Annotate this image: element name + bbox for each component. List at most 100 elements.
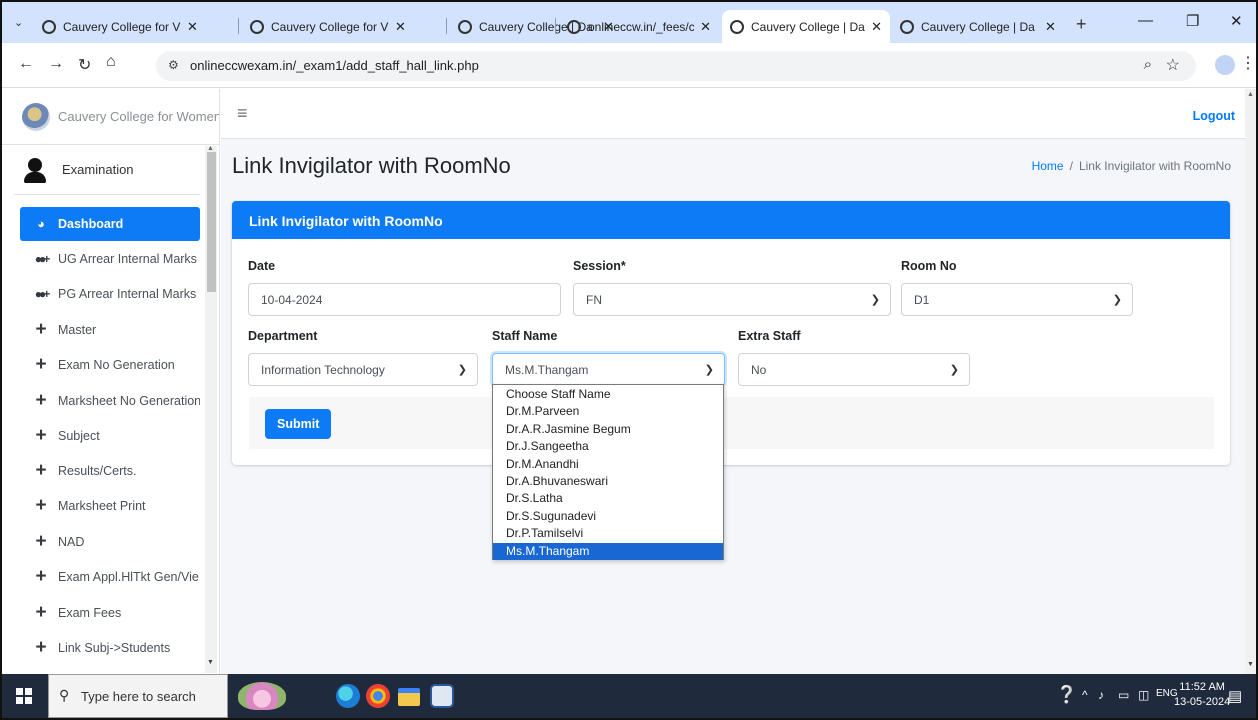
staff-option[interactable]: Dr.S.Latha: [493, 490, 723, 507]
close-tab-icon[interactable]: ✕: [700, 19, 711, 35]
submit-button[interactable]: Submit: [265, 409, 332, 439]
staff-option[interactable]: Dr.J.Sangeetha: [493, 438, 723, 455]
sidebar-item-master[interactable]: + Master: [20, 313, 200, 347]
omnibox[interactable]: ⚙ onlineccwexam.in/_exam1/add_staff_hall…: [156, 51, 1196, 81]
chevron-down-icon: ❯: [457, 364, 467, 376]
users-plus-icon: ●●+: [34, 287, 51, 301]
sidebar-scroll-thumb[interactable]: [207, 152, 216, 292]
sidebar-item-exam-no-generation[interactable]: + Exam No Generation: [20, 348, 200, 382]
hamburger-menu-icon[interactable]: ≡: [237, 103, 248, 124]
plus-icon: +: [35, 531, 47, 552]
url-text[interactable]: onlineccwexam.in/_exam1/add_staff_hall_l…: [190, 58, 479, 73]
sidebar-item-results-certs[interactable]: + Results/Certs.: [20, 454, 200, 488]
taskbar-search-box[interactable]: ⚲ Type here to search: [48, 674, 228, 718]
close-tab-icon[interactable]: ✕: [871, 19, 882, 35]
close-tab-icon[interactable]: ✕: [187, 19, 198, 35]
volume-icon[interactable]: ♪: [1098, 688, 1104, 702]
sidebar-item-subject[interactable]: + Subject: [20, 419, 200, 453]
staff-name-value: Ms.M.Thangam: [505, 363, 589, 377]
scroll-down-arrow-icon[interactable]: ▼: [1247, 661, 1254, 668]
sidebar-item-marksheet-print[interactable]: + Marksheet Print: [20, 489, 200, 523]
browser-menu-icon[interactable]: ⋮: [1240, 53, 1256, 73]
logout-link[interactable]: Logout: [1193, 109, 1235, 123]
sidebar-item-ug-arrear[interactable]: ●●+ UG Arrear Internal Marks: [20, 242, 200, 276]
brand-text: Cauvery College for Women: [58, 109, 220, 124]
scroll-up-arrow-icon[interactable]: ▲: [207, 145, 214, 152]
tab-title: onlineccw.in/_fees/cc: [588, 19, 695, 34]
date-input[interactable]: 10-04-2024: [248, 283, 561, 316]
browser-tab-active[interactable]: Cauvery College | Da ✕: [722, 10, 890, 43]
bookmark-star-icon[interactable]: ☆: [1166, 55, 1180, 75]
close-tab-icon[interactable]: ✕: [395, 19, 406, 35]
minimize-icon[interactable]: —: [1138, 12, 1153, 29]
globe-icon: [458, 19, 472, 34]
word-app-icon[interactable]: [430, 684, 454, 708]
staff-name-select[interactable]: Ms.M.Thangam ❯: [492, 353, 725, 386]
edge-browser-icon[interactable]: [336, 684, 360, 708]
profile-avatar-icon[interactable]: [1215, 55, 1235, 75]
user-panel[interactable]: Examination: [14, 145, 200, 195]
extra-staff-label: Extra Staff: [738, 329, 801, 343]
sidebar-item-marksheet-no-generation[interactable]: + Marksheet No Generation: [20, 384, 200, 418]
new-tab-icon[interactable]: +: [1076, 14, 1087, 35]
page-scrollbar[interactable]: ▲ ▼: [1245, 89, 1256, 674]
browser-tab[interactable]: onlineccw.in/_fees/cc ✕: [559, 10, 719, 43]
staff-name-label: Staff Name: [492, 329, 558, 343]
staff-option[interactable]: Dr.P.Tamilselvi: [493, 525, 723, 542]
staff-option[interactable]: Choose Staff Name: [493, 386, 723, 403]
staff-option[interactable]: Dr.A.Bhuvaneswari: [493, 473, 723, 490]
site-settings-icon[interactable]: ⚙: [168, 58, 179, 72]
sidebar-item-label: Results/Certs.: [58, 464, 137, 478]
notification-icon[interactable]: ▤: [1228, 687, 1242, 705]
reload-icon[interactable]: ↻: [78, 55, 91, 75]
brand-link[interactable]: Cauvery College for Women: [2, 89, 220, 145]
browser-tab[interactable]: Cauvery College | Da ✕: [892, 10, 1067, 43]
file-explorer-icon[interactable]: [398, 688, 420, 706]
sidebar-item-label: Master: [58, 323, 97, 337]
lotus-widget-icon[interactable]: [238, 682, 286, 710]
sidebar-item-nad[interactable]: + NAD: [20, 525, 200, 559]
department-select[interactable]: Information Technology ❯: [248, 353, 478, 386]
tab-title: Cauvery College for V: [63, 19, 181, 34]
close-window-icon[interactable]: ✕: [1230, 12, 1243, 30]
tab-search-chevron-icon[interactable]: ⌄: [14, 16, 23, 29]
restore-icon[interactable]: ❐: [1186, 12, 1199, 30]
taskbar-clock[interactable]: 11:52 AM 13-05-2024: [1174, 680, 1230, 710]
globe-icon: [567, 19, 581, 34]
close-tab-icon[interactable]: ✕: [1045, 19, 1056, 35]
battery-icon[interactable]: ▭: [1118, 688, 1129, 702]
windows-start-icon[interactable]: [16, 688, 32, 704]
browser-tab[interactable]: Cauvery College for V ✕: [34, 10, 234, 43]
staff-option[interactable]: Dr.M.Parveen: [493, 403, 723, 420]
room-no-select[interactable]: D1 ❯: [901, 283, 1133, 316]
back-arrow-icon[interactable]: ←: [18, 55, 34, 73]
chrome-browser-icon[interactable]: [366, 684, 390, 708]
scroll-down-arrow-icon[interactable]: ▼: [207, 659, 214, 666]
extra-staff-select[interactable]: No ❯: [738, 353, 970, 386]
breadcrumb-home-link[interactable]: Home: [1032, 159, 1064, 173]
staff-option[interactable]: Dr.M.Anandhi: [493, 456, 723, 473]
sidebar-item-link-subj-students[interactable]: + Link Subj->Students: [20, 631, 200, 665]
help-icon[interactable]: ❔: [1056, 685, 1077, 705]
network-icon[interactable]: ◫: [1138, 688, 1149, 702]
tray-chevron-icon[interactable]: ^: [1082, 688, 1088, 702]
staff-name-dropdown-list[interactable]: Choose Staff Name Dr.M.Parveen Dr.A.R.Jasm…: [492, 384, 724, 560]
address-bar-row: ← → ↻ ⌂ ⚙ onlineccwexam.in/_exam1/add_st…: [2, 43, 1256, 88]
sidebar-item-label: Exam Fees: [58, 606, 122, 620]
forward-arrow-icon[interactable]: →: [48, 55, 64, 73]
browser-tab[interactable]: Cauvery College for V ✕: [242, 10, 442, 43]
sidebar-item-exam-appl-hltkt[interactable]: + Exam Appl.HlTkt Gen/Vie: [20, 560, 200, 594]
home-icon[interactable]: ⌂: [106, 53, 116, 71]
staff-option[interactable]: Dr.A.R.Jasmine Begum: [493, 421, 723, 438]
card-footer: Submit: [249, 397, 1214, 449]
plus-icon: +: [35, 425, 47, 446]
staff-option[interactable]: Dr.S.Sugunadevi: [493, 508, 723, 525]
plus-icon: +: [35, 495, 47, 516]
session-select[interactable]: FN ❯: [573, 283, 891, 316]
staff-option[interactable]: Ms.M.Thangam: [493, 542, 723, 560]
sidebar-item-exam-fees[interactable]: + Exam Fees: [20, 596, 200, 630]
sidebar-item-pg-arrear[interactable]: ●●+ PG Arrear Internal Marks: [20, 277, 200, 311]
scroll-up-arrow-icon[interactable]: ▲: [1247, 91, 1254, 98]
sidebar-item-dashboard[interactable]: ◕ Dashboard: [20, 207, 200, 241]
zoom-icon[interactable]: ⌕: [1144, 56, 1152, 73]
